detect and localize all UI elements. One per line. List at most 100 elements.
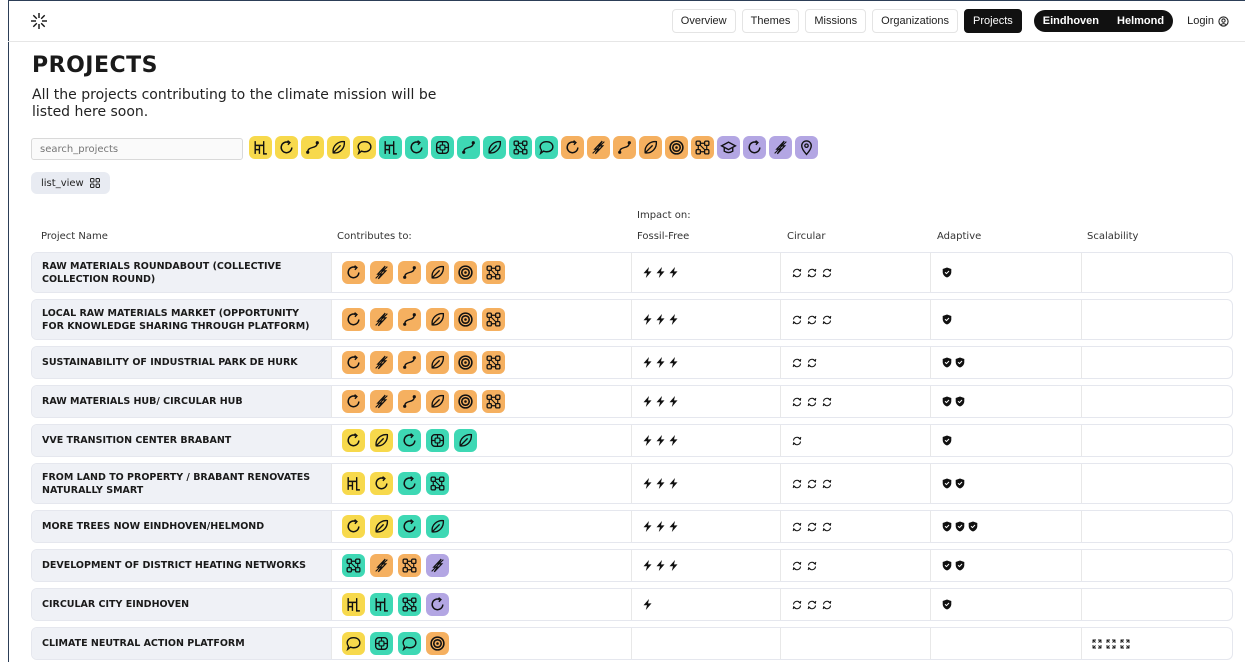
teal-stairs-chip[interactable]: [379, 136, 402, 159]
purple-location-pin-chip[interactable]: [795, 136, 818, 159]
teal-network-chip[interactable]: [509, 136, 532, 159]
orange-network-chip[interactable]: [691, 136, 714, 159]
route-icon: [462, 141, 475, 154]
teal-leaf-chip: [425, 515, 449, 538]
nav-missions[interactable]: Missions: [805, 9, 867, 33]
orange-route-chip: [397, 308, 421, 331]
table-row[interactable]: CIRCULAR CITY EINDHOVEN: [31, 588, 1233, 621]
purple-cycle-chip[interactable]: [743, 136, 766, 159]
header-fossil-free[interactable]: Fossil-Free: [637, 231, 689, 242]
yellow-leaf-chip[interactable]: [327, 136, 350, 159]
header-scalability[interactable]: Scalability: [1087, 231, 1138, 242]
adaptive-cell: [931, 589, 1083, 620]
purple-bolt-chip[interactable]: [769, 136, 792, 159]
project-name[interactable]: LOCAL RAW MATERIALS MARKET (OPPORTUNITY …: [32, 300, 332, 339]
orange-route-chip[interactable]: [613, 136, 636, 159]
bolt-icon: [592, 140, 605, 155]
cycle-icon: [347, 312, 360, 326]
nav-projects[interactable]: Projects: [964, 9, 1022, 33]
lightning-bolt-icon: [643, 396, 652, 407]
nav-overview[interactable]: Overview: [671, 9, 736, 33]
lightning-bolt-icon: [669, 314, 678, 325]
orange-cycle-chip[interactable]: [561, 136, 584, 159]
table-row[interactable]: LOCAL RAW MATERIALS MARKET (OPPORTUNITY …: [31, 299, 1233, 340]
recycle-icon: [807, 561, 817, 571]
nav-organizations[interactable]: Organizations: [872, 9, 959, 33]
yellow-stairs-chip: [341, 472, 365, 495]
orange-leaf-chip[interactable]: [639, 136, 662, 159]
adaptive-cell: [931, 386, 1083, 417]
circular-cell: [781, 550, 932, 581]
yellow-stairs-chip[interactable]: [249, 136, 272, 159]
stairs-icon: [375, 598, 388, 612]
leaf-icon: [431, 519, 444, 533]
teal-grid-chip[interactable]: [431, 136, 454, 159]
table-row[interactable]: VVE TRANSITION CENTER BRABANT: [31, 424, 1233, 457]
project-name[interactable]: VVE TRANSITION CENTER BRABANT: [32, 425, 332, 456]
route-icon: [618, 141, 631, 154]
recycle-icon: [807, 358, 817, 368]
table-row[interactable]: CLIMATE NEUTRAL ACTION PLATFORM: [31, 627, 1233, 660]
teal-route-chip[interactable]: [457, 136, 480, 159]
scalability-cell: [1082, 511, 1232, 542]
orange-target-chip: [453, 351, 477, 374]
orange-cycle-chip: [341, 351, 365, 374]
login-button[interactable]: Login: [1187, 15, 1229, 27]
header-circular[interactable]: Circular: [787, 231, 826, 242]
table-row[interactable]: RAW MATERIALS HUB/ CIRCULAR HUB: [31, 385, 1233, 418]
orange-target-chip[interactable]: [665, 136, 688, 159]
teal-chat-chip[interactable]: [535, 136, 558, 159]
project-name[interactable]: FROM LAND TO PROPERTY / BRABANT RENOVATE…: [32, 464, 332, 503]
city-helmond[interactable]: Helmond: [1114, 13, 1167, 29]
project-name[interactable]: CIRCULAR CITY EINDHOVEN: [32, 589, 332, 620]
leaf-icon: [488, 140, 502, 154]
nav-themes[interactable]: Themes: [741, 9, 800, 33]
purple-graduation-cap-chip[interactable]: [717, 136, 740, 159]
city-toggle: Eindhoven Helmond: [1033, 10, 1174, 32]
cycle-icon: [347, 394, 360, 408]
table-row[interactable]: FROM LAND TO PROPERTY / BRABANT RENOVATE…: [31, 463, 1233, 504]
table-row[interactable]: MORE TREES NOW EINDHOVEN/HELMOND: [31, 510, 1233, 543]
recycle-icon: [822, 397, 832, 407]
recycle-icon: [792, 600, 802, 610]
teal-leaf-chip[interactable]: [483, 136, 506, 159]
cycle-icon: [403, 519, 416, 533]
table-row[interactable]: DEVELOPMENT OF DISTRICT HEATING NETWORKS: [31, 549, 1233, 582]
header-project-name[interactable]: Project Name: [41, 231, 108, 242]
leaf-icon: [375, 433, 388, 447]
cycle-icon: [410, 140, 423, 154]
orange-bolt-chip[interactable]: [587, 136, 610, 159]
yellow-cycle-chip: [341, 515, 365, 538]
city-eindhoven[interactable]: Eindhoven: [1040, 13, 1102, 29]
bolt-icon: [375, 265, 388, 280]
project-name[interactable]: RAW MATERIALS ROUNDABOUT (COLLECTIVE COL…: [32, 253, 332, 292]
shield-icon: [942, 599, 952, 610]
project-name[interactable]: CLIMATE NEUTRAL ACTION PLATFORM: [32, 628, 332, 659]
search-input[interactable]: [31, 138, 243, 160]
main-nav: Overview Themes Missions Organizations P…: [671, 9, 1229, 33]
yellow-route-chip[interactable]: [301, 136, 324, 159]
project-name[interactable]: SUSTAINABILITY OF INDUSTRIAL PARK DE HUR…: [32, 347, 332, 378]
teal-cycle-chip[interactable]: [405, 136, 428, 159]
recycle-icon: [792, 436, 802, 446]
yellow-cycle-chip[interactable]: [275, 136, 298, 159]
header-adaptive[interactable]: Adaptive: [937, 231, 981, 242]
scalability-cell: [1082, 589, 1232, 620]
project-name[interactable]: MORE TREES NOW EINDHOVEN/HELMOND: [32, 511, 332, 542]
app-logo-icon[interactable]: [30, 12, 48, 30]
projects-table: RAW MATERIALS ROUNDABOUT (COLLECTIVE COL…: [31, 252, 1233, 662]
list-view-toggle[interactable]: list_view: [31, 172, 110, 194]
table-row[interactable]: SUSTAINABILITY OF INDUSTRIAL PARK DE HUR…: [31, 346, 1233, 379]
lightning-bolt-icon: [643, 357, 652, 368]
network-icon: [486, 355, 501, 370]
chat-icon: [357, 140, 372, 156]
route-icon: [306, 141, 319, 154]
yellow-chat-chip[interactable]: [353, 136, 376, 159]
network-icon: [402, 558, 417, 573]
expand-icon: [1106, 639, 1116, 649]
project-name[interactable]: DEVELOPMENT OF DISTRICT HEATING NETWORKS: [32, 550, 332, 581]
table-row[interactable]: RAW MATERIALS ROUNDABOUT (COLLECTIVE COL…: [31, 252, 1233, 293]
recycle-icon: [807, 397, 817, 407]
project-name[interactable]: RAW MATERIALS HUB/ CIRCULAR HUB: [32, 386, 332, 417]
shield-icon: [942, 560, 952, 571]
